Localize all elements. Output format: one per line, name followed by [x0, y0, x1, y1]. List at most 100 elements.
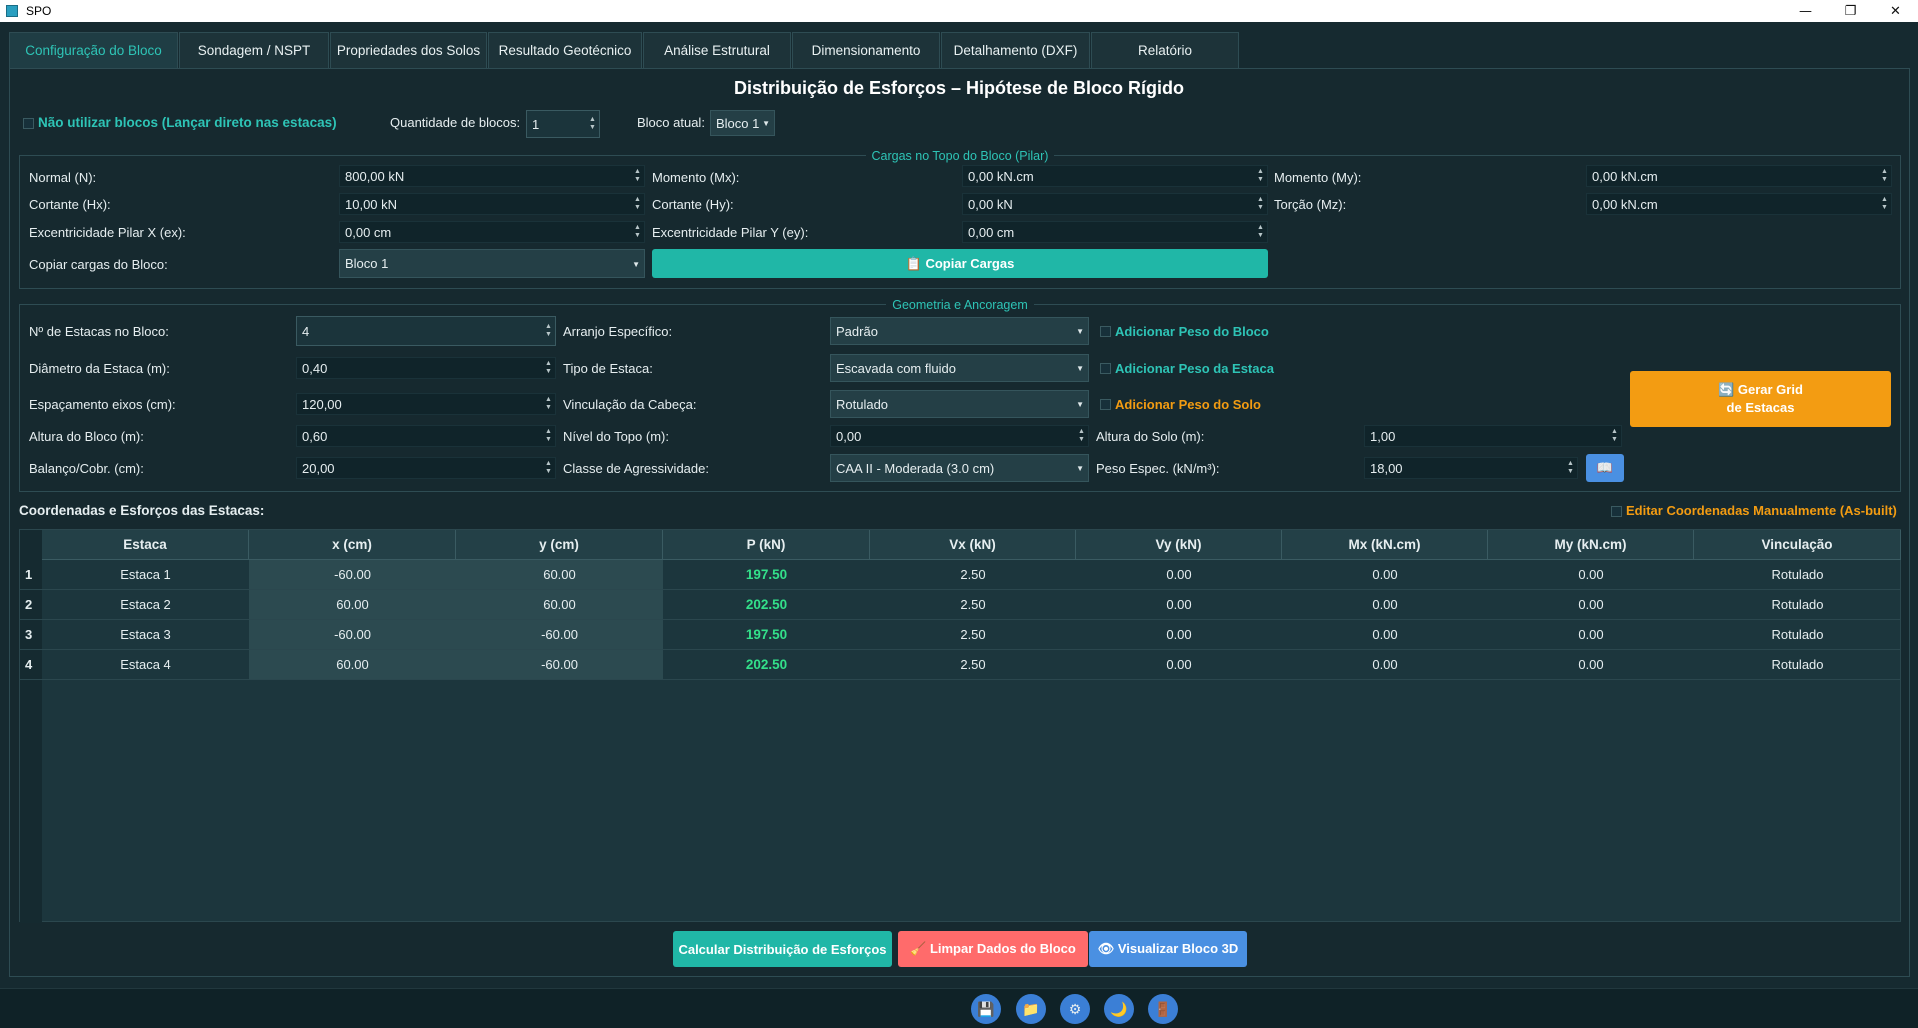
cell-vy[interactable]: 0.00 [1076, 590, 1282, 620]
cell-p[interactable]: 202.50 [663, 650, 870, 680]
tab-sondagem[interactable]: Sondagem / NSPT [179, 32, 329, 68]
unit-weight-input[interactable]: 18,00 ▲ ▼ [1364, 457, 1578, 479]
col-header-vinculacao[interactable]: Vinculação [1694, 530, 1901, 560]
calculate-button[interactable]: Calcular Distribuição de Esforços [673, 931, 892, 967]
cell-mx[interactable]: 0.00 [1282, 560, 1488, 590]
hy-input[interactable]: 0,00 kN ▲ ▼ [962, 193, 1268, 215]
block-height-input[interactable]: 0,60 ▲ ▼ [296, 425, 556, 447]
add-pile-weight-checkbox[interactable] [1100, 363, 1111, 374]
cell-y[interactable]: 60.00 [456, 560, 663, 590]
arrangement-select[interactable]: Padrão ▼ [830, 317, 1089, 345]
cell-vx[interactable]: 2.50 [870, 560, 1076, 590]
generate-grid-button[interactable]: 🔄 Gerar Grid de Estacas [1630, 371, 1891, 427]
cell-vx[interactable]: 2.50 [870, 590, 1076, 620]
cell-vy[interactable]: 0.00 [1076, 650, 1282, 680]
folder-icon[interactable]: 📁 [1016, 994, 1046, 1024]
ey-input[interactable]: 0,00 cm ▲ ▼ [962, 221, 1268, 243]
add-block-weight-checkbox[interactable] [1100, 326, 1111, 337]
cell-p[interactable]: 197.50 [663, 560, 870, 590]
book-icon[interactable]: 📖 [1586, 454, 1624, 482]
col-header-p[interactable]: P (kN) [663, 530, 870, 560]
cell-mx[interactable]: 0.00 [1282, 620, 1488, 650]
ey-spinner[interactable]: ▲ ▼ [1256, 224, 1265, 240]
cell-vinculacao[interactable]: Rotulado [1694, 650, 1901, 680]
hy-spinner[interactable]: ▲ ▼ [1256, 196, 1265, 212]
restore-icon[interactable]: ❐ [1828, 0, 1873, 22]
exit-icon[interactable]: 🚪 [1148, 994, 1178, 1024]
soil-height-spinner[interactable]: ▲ ▼ [1610, 428, 1619, 444]
moon-icon[interactable]: 🌙 [1104, 994, 1134, 1024]
top-level-input[interactable]: 0,00 ▲ ▼ [830, 425, 1089, 447]
cell-vx[interactable]: 2.50 [870, 650, 1076, 680]
cover-spinner[interactable]: ▲ ▼ [544, 460, 553, 476]
mz-input[interactable]: 0,00 kN.cm ▲ ▼ [1586, 193, 1892, 215]
hx-spinner[interactable]: ▲ ▼ [633, 196, 642, 212]
cell-x[interactable]: -60.00 [249, 620, 456, 650]
top-level-spinner[interactable]: ▲ ▼ [1077, 428, 1086, 444]
tab-configuracao-bloco[interactable]: Configuração do Bloco [9, 32, 178, 68]
table-row[interactable]: 1 Estaca 1 -60.00 60.00 197.50 2.50 0.00… [20, 560, 1901, 590]
copy-loads-button[interactable]: 📋 Copiar Cargas [652, 249, 1268, 278]
cell-x[interactable]: -60.00 [249, 560, 456, 590]
col-header-vy[interactable]: Vy (kN) [1076, 530, 1282, 560]
cell-vy[interactable]: 0.00 [1076, 620, 1282, 650]
cell-estaca[interactable]: Estaca 4 [42, 650, 249, 680]
edit-coords-checkbox[interactable] [1611, 506, 1622, 517]
cell-vy[interactable]: 0.00 [1076, 560, 1282, 590]
cell-vinculacao[interactable]: Rotulado [1694, 590, 1901, 620]
col-header-mx[interactable]: Mx (kN.cm) [1282, 530, 1488, 560]
tab-resultado-geotecnico[interactable]: Resultado Geotécnico [488, 32, 642, 68]
mx-spinner[interactable]: ▲ ▼ [1256, 168, 1265, 184]
spacing-spinner[interactable]: ▲ ▼ [544, 396, 553, 412]
col-header-my[interactable]: My (kN.cm) [1488, 530, 1694, 560]
cell-my[interactable]: 0.00 [1488, 590, 1694, 620]
tab-relatorio[interactable]: Relatório [1091, 32, 1239, 68]
ex-spinner[interactable]: ▲ ▼ [633, 224, 642, 240]
col-header-vx[interactable]: Vx (kN) [870, 530, 1076, 560]
cell-my[interactable]: 0.00 [1488, 650, 1694, 680]
mz-spinner[interactable]: ▲ ▼ [1880, 196, 1889, 212]
soil-height-input[interactable]: 1,00 ▲ ▼ [1364, 425, 1622, 447]
tab-propriedades-solos[interactable]: Propriedades dos Solos [330, 32, 487, 68]
add-soil-weight-checkbox[interactable] [1100, 399, 1111, 410]
hx-input[interactable]: 10,00 kN ▲ ▼ [339, 193, 645, 215]
cell-y[interactable]: -60.00 [456, 620, 663, 650]
col-header-x[interactable]: x (cm) [249, 530, 456, 560]
spacing-input[interactable]: 120,00 ▲ ▼ [296, 393, 556, 415]
tab-detalhamento-dxf[interactable]: Detalhamento (DXF) [941, 32, 1090, 68]
cell-vinculacao[interactable]: Rotulado [1694, 560, 1901, 590]
normal-input[interactable]: 800,00 kN ▲ ▼ [339, 165, 645, 187]
table-row[interactable]: 4 Estaca 4 60.00 -60.00 202.50 2.50 0.00… [20, 650, 1901, 680]
my-spinner[interactable]: ▲ ▼ [1880, 168, 1889, 184]
ex-input[interactable]: 0,00 cm ▲ ▼ [339, 221, 645, 243]
qty-blocks-input[interactable]: 1 ▲ ▼ [526, 110, 600, 138]
cell-y[interactable]: 60.00 [456, 590, 663, 620]
mx-input[interactable]: 0,00 kN.cm ▲ ▼ [962, 165, 1268, 187]
cell-my[interactable]: 0.00 [1488, 560, 1694, 590]
clear-block-button[interactable]: 🧹 Limpar Dados do Bloco [898, 931, 1088, 967]
table-row[interactable]: 2 Estaca 2 60.00 60.00 202.50 2.50 0.00 … [20, 590, 1901, 620]
cell-mx[interactable]: 0.00 [1282, 590, 1488, 620]
col-header-estaca[interactable]: Estaca [42, 530, 249, 560]
cell-p[interactable]: 202.50 [663, 590, 870, 620]
cell-estaca[interactable]: Estaca 3 [42, 620, 249, 650]
cover-input[interactable]: 20,00 ▲ ▼ [296, 457, 556, 479]
unit-weight-spinner[interactable]: ▲ ▼ [1566, 460, 1575, 476]
aggressiveness-select[interactable]: CAA II - Moderada (3.0 cm) ▼ [830, 454, 1089, 482]
cell-p[interactable]: 197.50 [663, 620, 870, 650]
normal-spinner[interactable]: ▲ ▼ [633, 168, 642, 184]
gear-icon[interactable]: ⚙ [1060, 994, 1090, 1024]
n-piles-input[interactable]: 4 ▲ ▼ [296, 316, 556, 346]
row-number[interactable]: 2 [20, 590, 42, 620]
tab-analise-estrutural[interactable]: Análise Estrutural [643, 32, 791, 68]
qty-spinner[interactable]: ▲ ▼ [588, 116, 597, 132]
cell-vx[interactable]: 2.50 [870, 620, 1076, 650]
cell-x[interactable]: 60.00 [249, 650, 456, 680]
head-link-select[interactable]: Rotulado ▼ [830, 390, 1089, 418]
pile-type-select[interactable]: Escavada com fluido ▼ [830, 354, 1089, 382]
cell-vinculacao[interactable]: Rotulado [1694, 620, 1901, 650]
row-number[interactable]: 1 [20, 560, 42, 590]
tab-dimensionamento[interactable]: Dimensionamento [792, 32, 940, 68]
block-height-spinner[interactable]: ▲ ▼ [544, 428, 553, 444]
cell-estaca[interactable]: Estaca 2 [42, 590, 249, 620]
